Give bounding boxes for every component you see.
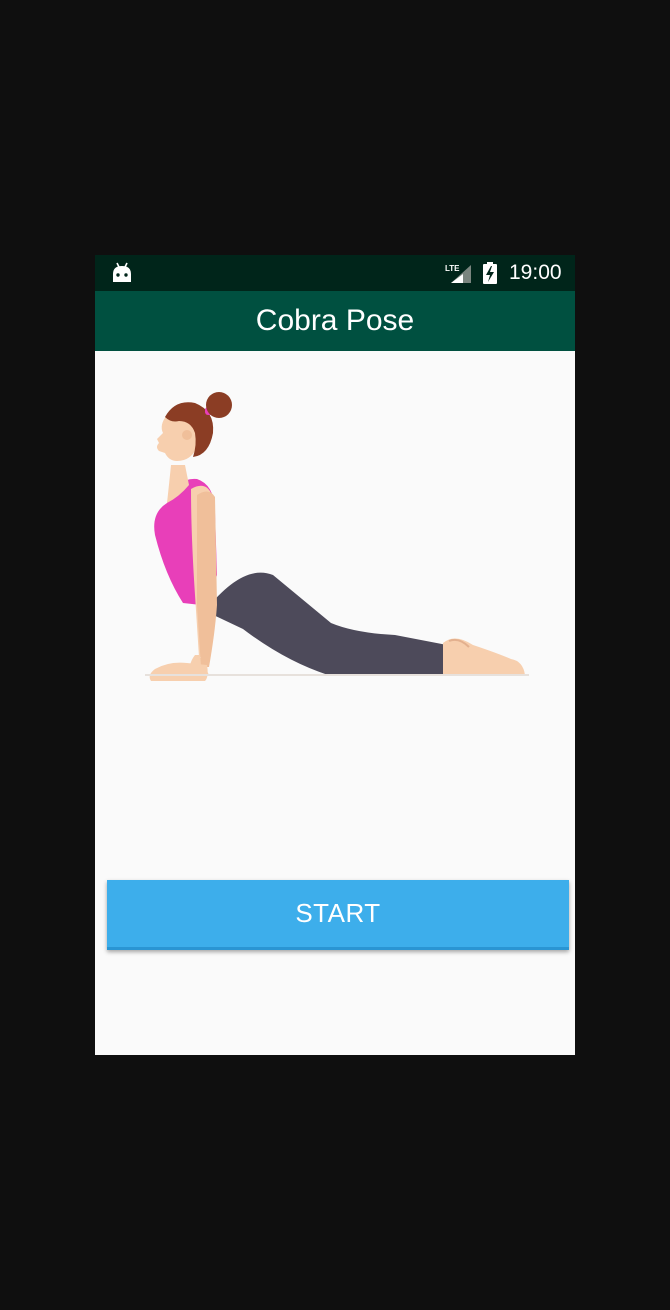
start-button[interactable]: START [107,880,569,950]
android-icon [113,262,131,282]
battery-charging-icon [483,262,497,284]
app-bar: Cobra Pose [95,291,575,351]
page-title: Cobra Pose [255,304,415,337]
cobra-pose-illustration [145,392,529,681]
status-bar: LTE 19:00 [95,255,575,291]
status-clock: 19:00 [509,261,562,284]
lte-signal-icon: LTE [445,264,471,283]
lte-label: LTE [445,264,460,273]
phone-screen: LTE 19:00 Cobra Pose START [95,255,575,1055]
